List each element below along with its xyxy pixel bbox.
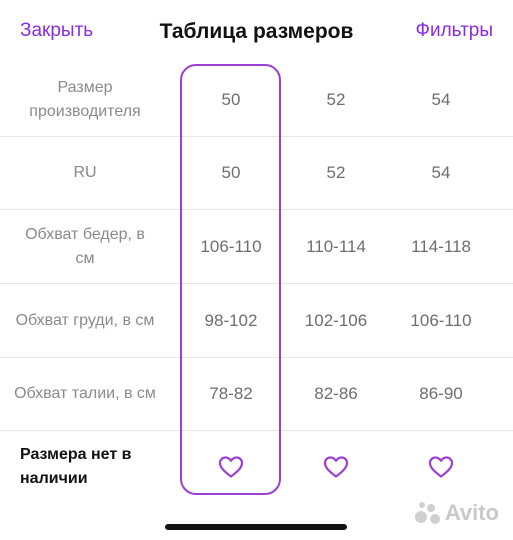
table-row-chest: Обхват груди, в см 98-102 102-106 106-11… bbox=[0, 284, 513, 358]
table-row-hips: Обхват бедер, в см 106-110 110-114 114-1… bbox=[0, 210, 513, 284]
heart-outline-icon bbox=[323, 456, 349, 478]
size-cell[interactable]: 102-106 bbox=[285, 284, 387, 357]
size-cell[interactable]: 110-114 bbox=[285, 210, 387, 283]
size-cell[interactable]: 50 bbox=[180, 64, 282, 136]
favorite-button[interactable] bbox=[285, 431, 387, 503]
table-row-manufacturer-size: Размер производителя 50 52 54 bbox=[0, 64, 513, 137]
size-cell[interactable]: 78-82 bbox=[180, 358, 282, 430]
size-cell[interactable]: 106-110 bbox=[180, 210, 282, 283]
row-label: RU bbox=[73, 164, 97, 181]
watermark-text: Avito bbox=[444, 500, 499, 525]
size-cell[interactable]: 106-110 bbox=[390, 284, 492, 357]
table-row-ru: RU 50 52 54 bbox=[0, 137, 513, 210]
availability-label: Размера нет в наличии bbox=[20, 446, 132, 487]
size-cell[interactable]: 50 bbox=[180, 137, 282, 209]
home-indicator[interactable] bbox=[165, 524, 347, 530]
size-cell[interactable]: 52 bbox=[285, 137, 387, 209]
favorite-button[interactable] bbox=[390, 431, 492, 503]
size-cell[interactable]: 52 bbox=[285, 64, 387, 136]
size-cell[interactable]: 114-118 bbox=[390, 210, 492, 283]
heart-outline-icon bbox=[428, 456, 454, 478]
size-cell[interactable]: 82-86 bbox=[285, 358, 387, 430]
avito-logo-icon bbox=[414, 502, 441, 524]
avito-watermark: Avito bbox=[414, 500, 499, 526]
row-label: Размер производителя bbox=[29, 79, 141, 120]
size-table: Размер производителя 50 52 54 RU 50 52 5… bbox=[0, 64, 513, 503]
row-label: Обхват бедер, в см bbox=[25, 225, 145, 267]
table-row-waist: Обхват талии, в см 78-82 82-86 86-90 bbox=[0, 358, 513, 431]
favorite-button[interactable] bbox=[180, 431, 282, 503]
size-cell[interactable]: 86-90 bbox=[390, 358, 492, 430]
row-label: Обхват груди, в см bbox=[15, 311, 155, 329]
size-cell[interactable]: 98-102 bbox=[180, 284, 282, 357]
size-cell[interactable]: 54 bbox=[390, 64, 492, 136]
row-label: Обхват талии, в см bbox=[14, 385, 156, 402]
filters-button[interactable]: Фильтры bbox=[416, 20, 493, 42]
heart-outline-icon bbox=[218, 456, 244, 478]
header: Закрыть Таблица размеров Фильтры bbox=[0, 0, 513, 66]
table-row-availability: Размера нет в наличии bbox=[0, 431, 513, 503]
size-cell[interactable]: 54 bbox=[390, 137, 492, 209]
